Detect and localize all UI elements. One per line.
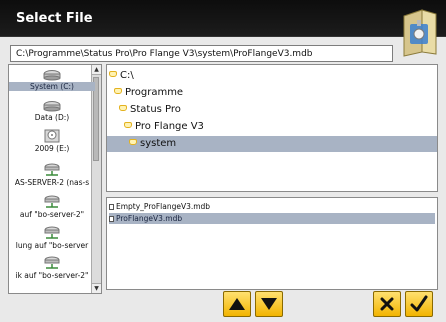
drive-item[interactable]: ik auf "bo-server-2" (9, 256, 95, 280)
network-drive-icon (9, 226, 95, 240)
file-icon (109, 204, 114, 210)
network-drive-icon (9, 195, 95, 209)
dialog-title: Select File (16, 11, 93, 26)
drive-label: System (C:) (9, 82, 95, 91)
folder-item[interactable]: Pro Flange V3 (107, 119, 437, 135)
app-folder-icon (400, 6, 440, 60)
file-item[interactable]: ProFlangeV3.mdb (109, 213, 435, 224)
network-drive-icon (9, 163, 95, 177)
drive-label: AS-SERVER-2 (nas-s (14, 178, 90, 187)
folder-icon (129, 139, 137, 145)
folder-icon (119, 105, 127, 111)
file-label: Empty_ProFlangeV3.mdb (116, 202, 211, 211)
folder-label: C:\ (120, 70, 134, 81)
title-bar: Select File (0, 0, 446, 37)
drive-label: auf "bo-server-2" (19, 210, 85, 219)
cd-drive-icon (9, 129, 95, 143)
scroll-down-arrow[interactable]: ▼ (92, 283, 101, 293)
file-path-field[interactable]: C:\Programme\Status Pro\Pro Flange V3\sy… (10, 45, 393, 62)
move-down-button[interactable] (255, 291, 283, 317)
folder-item[interactable]: C:\ (107, 68, 437, 84)
drive-item[interactable]: System (C:) (9, 69, 95, 91)
drive-item[interactable]: 2009 (E:) (9, 129, 95, 153)
folder-label: system (140, 138, 177, 149)
drive-item[interactable]: auf "bo-server-2" (9, 195, 95, 219)
folder-icon (109, 71, 117, 77)
drive-label: lung auf "bo-server (15, 241, 89, 250)
checkmark-icon (410, 295, 428, 312)
folder-item[interactable]: Programme (107, 85, 437, 101)
folder-label: Programme (125, 87, 184, 98)
file-list[interactable]: Empty_ProFlangeV3.mdb ProFlangeV3.mdb (106, 197, 438, 290)
folder-icon (124, 122, 132, 128)
file-label: ProFlangeV3.mdb (116, 214, 183, 223)
hard-drive-icon (9, 69, 95, 81)
move-up-button[interactable] (223, 291, 251, 317)
hard-drive-icon (9, 100, 95, 112)
select-file-dialog: Select File C:\Programme\Status Pro\Pro … (0, 0, 446, 322)
arrow-up-icon (229, 298, 245, 310)
x-icon (380, 297, 394, 311)
folder-icon (114, 88, 122, 94)
drive-label: Data (D:) (34, 113, 70, 122)
ok-button[interactable] (405, 291, 433, 317)
cancel-button[interactable] (373, 291, 401, 317)
drive-label: ik auf "bo-server-2" (15, 271, 89, 280)
folder-tree[interactable]: C:\ Programme Status Pro Pro Flange V3 syste… (106, 64, 438, 192)
folder-label: Pro Flange V3 (135, 121, 204, 132)
folder-item[interactable]: system (107, 136, 437, 152)
drive-list[interactable]: ▲ ▼ System (C:) Data (D:) 2009 (E:) AS-SERV… (8, 64, 102, 294)
arrow-down-icon (261, 298, 277, 310)
folder-label: Status Pro (130, 104, 181, 115)
drive-item[interactable]: AS-SERVER-2 (nas-s (9, 163, 95, 187)
folder-item[interactable]: Status Pro (107, 102, 437, 118)
drive-item[interactable]: Data (D:) (9, 100, 95, 122)
drive-item[interactable]: lung auf "bo-server (9, 226, 95, 250)
network-drive-icon (9, 256, 95, 270)
drive-label: 2009 (E:) (34, 144, 70, 153)
file-icon (109, 216, 114, 222)
file-item[interactable]: Empty_ProFlangeV3.mdb (109, 201, 435, 212)
